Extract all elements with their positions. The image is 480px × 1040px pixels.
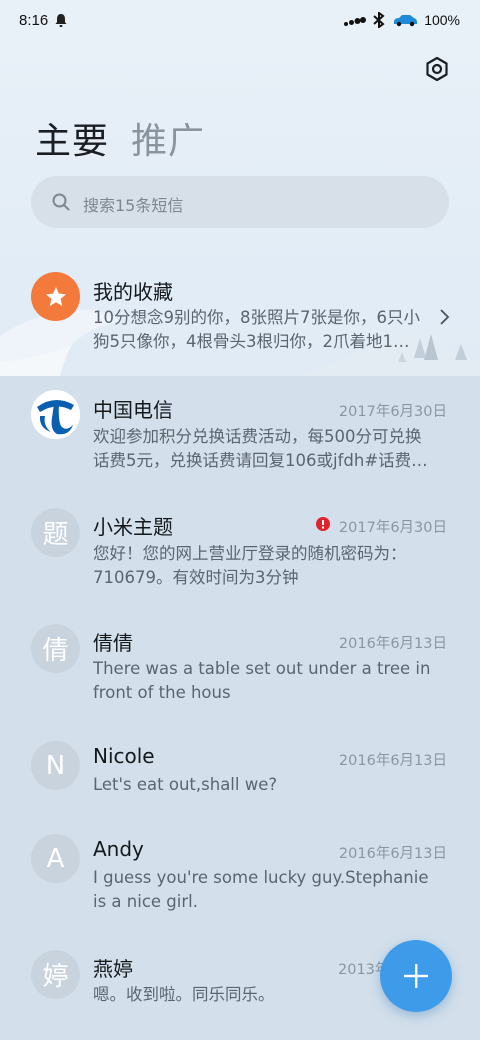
- new-message-button[interactable]: [380, 940, 452, 1012]
- tab-promotions[interactable]: 推广: [131, 112, 205, 164]
- list-item[interactable]: 题 小米主题 2017年6月30日 您好！您的网上营业厅登录的随机密码为： 71…: [0, 506, 480, 606]
- conversation-name: Nicole: [93, 744, 155, 768]
- list-item[interactable]: N Nicole 2016年6月13日 Let's eat out,shall …: [0, 739, 480, 819]
- conversation-date: 2017年6月30日: [338, 520, 447, 536]
- conversation-date: 2016年6月13日: [338, 636, 447, 652]
- conversation-preview: 10分想念9别的你，8张照片7张是你，6只小 狗5只像你，4根骨头3根归你，2爪…: [93, 308, 420, 351]
- plus-icon: [404, 964, 428, 988]
- telecom-logo-icon: [31, 390, 80, 439]
- status-bar: 8:16 100%: [0, 0, 480, 42]
- alert-icon: [316, 517, 330, 531]
- signal-icon: [344, 17, 367, 26]
- list-item[interactable]: 倩 倩倩 2016年6月13日 There was a table set ou…: [0, 622, 480, 722]
- gear-icon[interactable]: [424, 56, 450, 82]
- status-icons: 100%: [344, 12, 460, 28]
- status-time: 8:16: [19, 12, 49, 29]
- avatar: N: [31, 741, 80, 790]
- conversation-name: 倩倩: [93, 631, 133, 655]
- avatar: [31, 272, 80, 321]
- conversation-date: 2016年6月13日: [338, 753, 447, 769]
- conversation-name: 中国电信: [93, 398, 173, 422]
- conversation-preview: 您好！您的网上营业厅登录的随机密码为： 710679。有效时间为3分钟: [93, 544, 407, 587]
- bell-icon: [55, 14, 67, 27]
- search-icon: [52, 193, 70, 211]
- avatar: [31, 390, 80, 439]
- conversation-date: 2016年6月13日: [338, 846, 447, 862]
- bluetooth-icon: [373, 12, 385, 28]
- conversation-date: 2017年6月30日: [338, 404, 447, 420]
- car-icon: [394, 15, 418, 27]
- conversation-name: Andy: [93, 837, 144, 861]
- star-icon: [45, 286, 66, 306]
- list-item[interactable]: A Andy 2016年6月13日 I guess you're some lu…: [0, 832, 480, 932]
- list-item-favorites[interactable]: 我的收藏 10分想念9别的你，8张照片7张是你，6只小 狗5只像你，4根骨头3根…: [0, 270, 480, 370]
- search-placeholder: 搜索15条短信: [83, 196, 184, 215]
- conversation-name: 我的收藏: [93, 280, 173, 304]
- avatar: 题: [31, 508, 80, 557]
- tab-primary[interactable]: 主要: [35, 112, 109, 164]
- conversation-preview: There was a table set out under a tree i…: [93, 659, 431, 702]
- avatar: 倩: [31, 624, 80, 673]
- conversation-name: 燕婷: [93, 957, 133, 981]
- conversation-name: 小米主题: [93, 515, 173, 539]
- conversation-preview: 欢迎参加积分兑换话费活动，每500分可兑换 话费5元，兑换话费请回复106或jf…: [93, 427, 428, 470]
- search-input[interactable]: 搜索15条短信: [31, 176, 449, 228]
- tab-bar: 主要 推广: [35, 112, 205, 164]
- avatar: 婷: [31, 950, 80, 999]
- conversation-preview: I guess you're some lucky guy.Stephanie …: [93, 868, 429, 911]
- avatar: A: [31, 834, 80, 883]
- battery-text: 100%: [424, 12, 460, 28]
- chevron-right-icon[interactable]: [438, 308, 450, 326]
- list-item[interactable]: 中国电信 2017年6月30日 欢迎参加积分兑换话费活动，每500分可兑换 话费…: [0, 388, 480, 488]
- conversation-preview: Let's eat out,shall we?: [93, 775, 278, 794]
